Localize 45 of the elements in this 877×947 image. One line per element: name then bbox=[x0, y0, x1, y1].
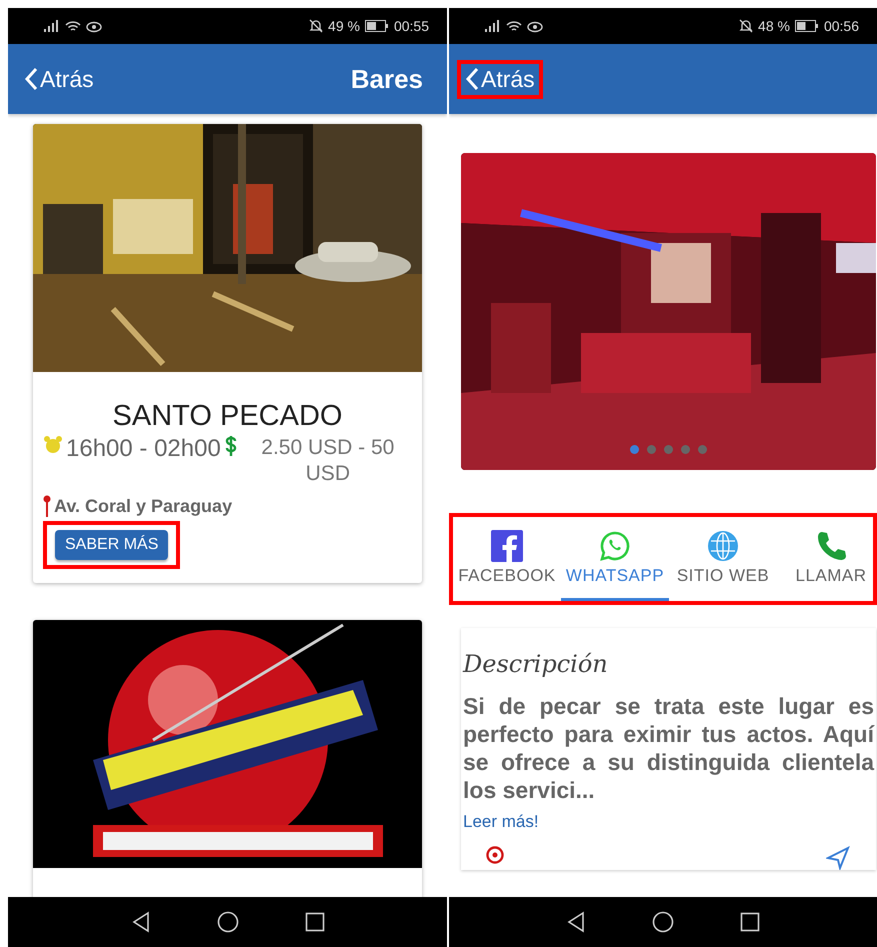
signal-icon bbox=[485, 20, 501, 32]
back-button[interactable]: Atrás bbox=[16, 60, 102, 98]
saber-mas-button[interactable]: SABER MÁS bbox=[55, 530, 168, 560]
wifi-icon bbox=[65, 20, 81, 32]
eye-icon bbox=[86, 20, 102, 32]
battery-icon bbox=[794, 20, 819, 32]
muted-bell-icon bbox=[309, 19, 324, 33]
back-nav-icon[interactable] bbox=[130, 911, 150, 933]
eye-icon bbox=[527, 20, 543, 32]
screen-title: Bares bbox=[350, 64, 423, 94]
battery-icon bbox=[364, 20, 389, 32]
clock-time: 00:56 bbox=[824, 18, 859, 34]
opening-hours: 16h00 - 02h00 bbox=[66, 435, 221, 463]
signal-icon bbox=[44, 20, 60, 32]
dollar-icon bbox=[224, 435, 238, 457]
address: Av. Coral y Paraguay bbox=[54, 496, 232, 516]
back-button[interactable]: Atrás bbox=[457, 60, 543, 98]
globe-icon bbox=[707, 530, 739, 562]
recents-nav-icon[interactable] bbox=[304, 912, 324, 932]
battery-percent: 48 % bbox=[758, 18, 790, 34]
description-title: Descripción bbox=[463, 650, 609, 678]
recents-nav-icon[interactable] bbox=[740, 912, 760, 932]
home-nav-icon[interactable] bbox=[216, 911, 238, 933]
phone-icon bbox=[815, 530, 847, 562]
contact-tab[interactable]: LLAMAR bbox=[777, 517, 873, 601]
facebook-icon bbox=[491, 530, 523, 562]
read-more-link[interactable]: Leer más! bbox=[463, 812, 539, 831]
bar-name: SANTO PECADO bbox=[112, 400, 344, 433]
contact-tab[interactable]: SITIO WEB bbox=[669, 517, 777, 601]
muted-bell-icon bbox=[739, 19, 754, 33]
contact-tab[interactable]: WHATSAPP bbox=[561, 517, 669, 601]
send-icon bbox=[826, 846, 850, 870]
wifi-icon bbox=[506, 20, 522, 32]
price-range: 2.50 USD - 50 USD bbox=[260, 435, 396, 487]
back-nav-icon[interactable] bbox=[566, 911, 586, 933]
home-nav-icon[interactable] bbox=[652, 911, 674, 933]
pin-icon bbox=[43, 495, 51, 517]
contact-tab[interactable]: FACEBOOK bbox=[453, 517, 561, 601]
whatsapp-icon bbox=[599, 530, 631, 562]
clock-time: 00:55 bbox=[394, 18, 429, 34]
chevron-left-icon bbox=[24, 67, 38, 91]
chevron-left-icon bbox=[465, 67, 479, 91]
alarm-clock-icon bbox=[43, 435, 63, 455]
battery-percent: 49 % bbox=[328, 18, 360, 34]
description-text: Si de pecar se trata este lugar es perfecto para eximir tus actos. Aquí se ofrece a su distinguida clientela los servici... bbox=[463, 692, 874, 804]
